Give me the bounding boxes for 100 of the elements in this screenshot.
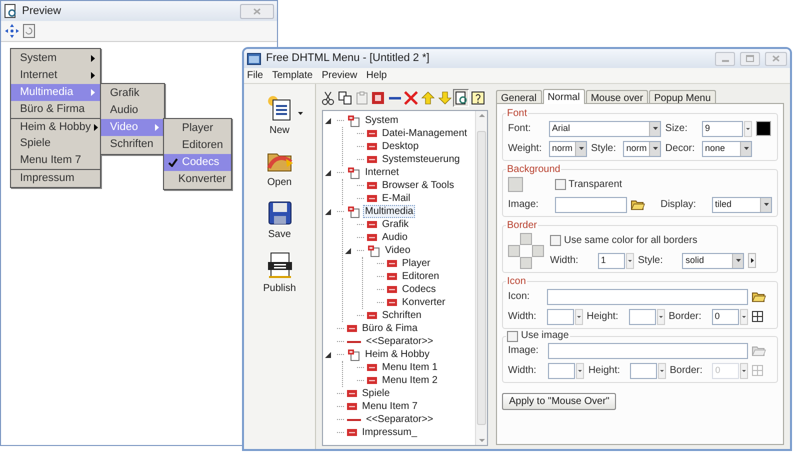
checkbox[interactable]: [507, 330, 518, 342]
dropdown[interactable]: tiled: [712, 196, 772, 212]
input-field[interactable]: [630, 362, 657, 378]
tree-item[interactable]: Konverter: [400, 296, 448, 309]
scissors-icon[interactable]: [320, 89, 337, 107]
tab[interactable]: Popup Menu: [649, 90, 716, 103]
dropdown[interactable]: none: [702, 140, 752, 156]
input-field[interactable]: 1: [598, 252, 625, 268]
tree-item[interactable]: Datei-Management: [380, 127, 470, 140]
menu-item[interactable]: Büro & Firma: [11, 101, 100, 118]
dropdown[interactable]: norm: [549, 140, 587, 156]
tree-item[interactable]: Player: [400, 257, 432, 270]
border-color-swatches-drawing[interactable]: [508, 232, 544, 268]
dropdown[interactable]: norm: [623, 140, 662, 156]
folder-icon[interactable]: [630, 199, 645, 210]
tree-item[interactable]: Grafik: [380, 218, 411, 231]
color-swatch[interactable]: [756, 121, 771, 136]
menu-item[interactable]: Menu Item 7: [11, 152, 100, 169]
menu-bar-item[interactable]: Preview: [322, 68, 358, 83]
scroll-up-arrow-icon[interactable]: [478, 114, 484, 117]
toolbar-button[interactable]: Publish: [263, 252, 296, 296]
input-field[interactable]: 9: [702, 120, 743, 136]
tree-item[interactable]: <<Separator>>: [364, 335, 436, 348]
checkbox[interactable]: [554, 179, 566, 190]
input-field[interactable]: [546, 288, 748, 304]
expanded-triangle-icon[interactable]: [325, 170, 331, 176]
tree-item[interactable]: Menu Item 1: [380, 361, 440, 374]
tree-item[interactable]: Browser & Tools: [380, 179, 456, 192]
tree-item[interactable]: Codecs: [400, 283, 438, 296]
checkbox[interactable]: [550, 235, 561, 246]
tree-item[interactable]: <<Separator>>: [364, 413, 436, 426]
toolbar-button[interactable]: Save: [266, 200, 292, 242]
expanded-triangle-icon[interactable]: [325, 118, 331, 124]
tab[interactable]: Mouse over: [586, 90, 648, 103]
expanded-triangle-icon[interactable]: [345, 248, 351, 254]
tree-item[interactable]: Systemsteuerung: [380, 153, 462, 166]
tree-item[interactable]: System: [363, 114, 400, 127]
dropdown-button[interactable]: [744, 120, 752, 136]
folder-icon[interactable]: [752, 291, 766, 302]
dropdown-button[interactable]: [576, 362, 584, 378]
close-icon[interactable]: [403, 89, 420, 107]
help-icon[interactable]: [469, 89, 486, 107]
menu-item[interactable]: Spiele: [11, 135, 100, 152]
input-field[interactable]: 0: [712, 308, 739, 324]
tree-item[interactable]: Audio: [380, 231, 410, 244]
menu-item[interactable]: System: [11, 50, 100, 67]
dropdown-button[interactable]: [740, 308, 748, 324]
tree-item[interactable]: Spiele: [360, 387, 392, 400]
menu-bar-item[interactable]: File: [247, 68, 264, 83]
tree-item[interactable]: Video: [383, 244, 412, 257]
tree-item[interactable]: Multimedia: [363, 205, 416, 218]
input-field[interactable]: [548, 342, 748, 358]
menu-item[interactable]: Audio: [101, 102, 164, 119]
dropdown-button[interactable]: [740, 362, 748, 378]
tree-item[interactable]: Menu Item 7: [360, 400, 420, 413]
color-swatch[interactable]: [508, 177, 523, 192]
more-button[interactable]: [748, 253, 756, 268]
up-arrow-icon[interactable]: [420, 89, 436, 107]
square-icon[interactable]: [370, 89, 386, 107]
tree-item[interactable]: Heim & Hobby: [363, 348, 432, 361]
menu-item[interactable]: Impressum: [11, 169, 100, 186]
grid-icon[interactable]: [752, 311, 763, 322]
tree-item[interactable]: Editoren: [400, 270, 442, 283]
menu-item[interactable]: Editoren: [164, 137, 231, 154]
toolbar-button[interactable]: New: [266, 94, 302, 138]
tree-item[interactable]: Menu Item 2: [380, 374, 440, 387]
expanded-triangle-icon[interactable]: [325, 208, 331, 214]
toolbar-button[interactable]: Open: [266, 148, 294, 190]
apply-button[interactable]: Apply to "Mouse Over": [502, 393, 616, 410]
input-field[interactable]: [546, 308, 574, 324]
dropdown-button[interactable]: [626, 252, 634, 268]
tree-item[interactable]: Impressum_: [360, 426, 420, 439]
input-field[interactable]: [554, 196, 627, 212]
menu-item[interactable]: Grafik: [101, 85, 164, 102]
menu-bar-item[interactable]: Help: [366, 68, 387, 83]
dropdown-button[interactable]: [656, 308, 665, 324]
menu-item[interactable]: Internet: [11, 67, 100, 84]
menu-bar-item[interactable]: Template: [272, 68, 313, 83]
move-arrows-icon[interactable]: [4, 23, 20, 39]
tree-item[interactable]: Desktop: [380, 140, 421, 153]
tab[interactable]: General: [496, 90, 542, 103]
dropdown[interactable]: solid: [682, 252, 744, 268]
menu-item[interactable]: Konverter: [164, 171, 231, 188]
copy-icon[interactable]: [336, 89, 354, 107]
tree-item[interactable]: Büro & Fima: [360, 322, 420, 335]
dropdown-button[interactable]: [658, 362, 666, 378]
menu-item[interactable]: Player: [164, 120, 231, 137]
dropdown-button[interactable]: [574, 308, 583, 324]
input-field[interactable]: [548, 362, 576, 378]
scrollbar[interactable]: [475, 111, 487, 445]
expanded-triangle-icon[interactable]: [325, 352, 331, 358]
preview-icon[interactable]: [452, 89, 470, 107]
input-field[interactable]: [628, 308, 656, 324]
tree-item[interactable]: E-Mail: [380, 192, 412, 205]
tree-item[interactable]: Internet: [363, 166, 401, 179]
tab[interactable]: Normal: [542, 89, 585, 104]
dropdown[interactable]: Arial: [549, 120, 662, 136]
refresh-page-icon[interactable]: [23, 24, 35, 38]
scroll-down-arrow-icon[interactable]: [478, 439, 484, 442]
menu-item[interactable]: Schriften: [101, 136, 164, 153]
